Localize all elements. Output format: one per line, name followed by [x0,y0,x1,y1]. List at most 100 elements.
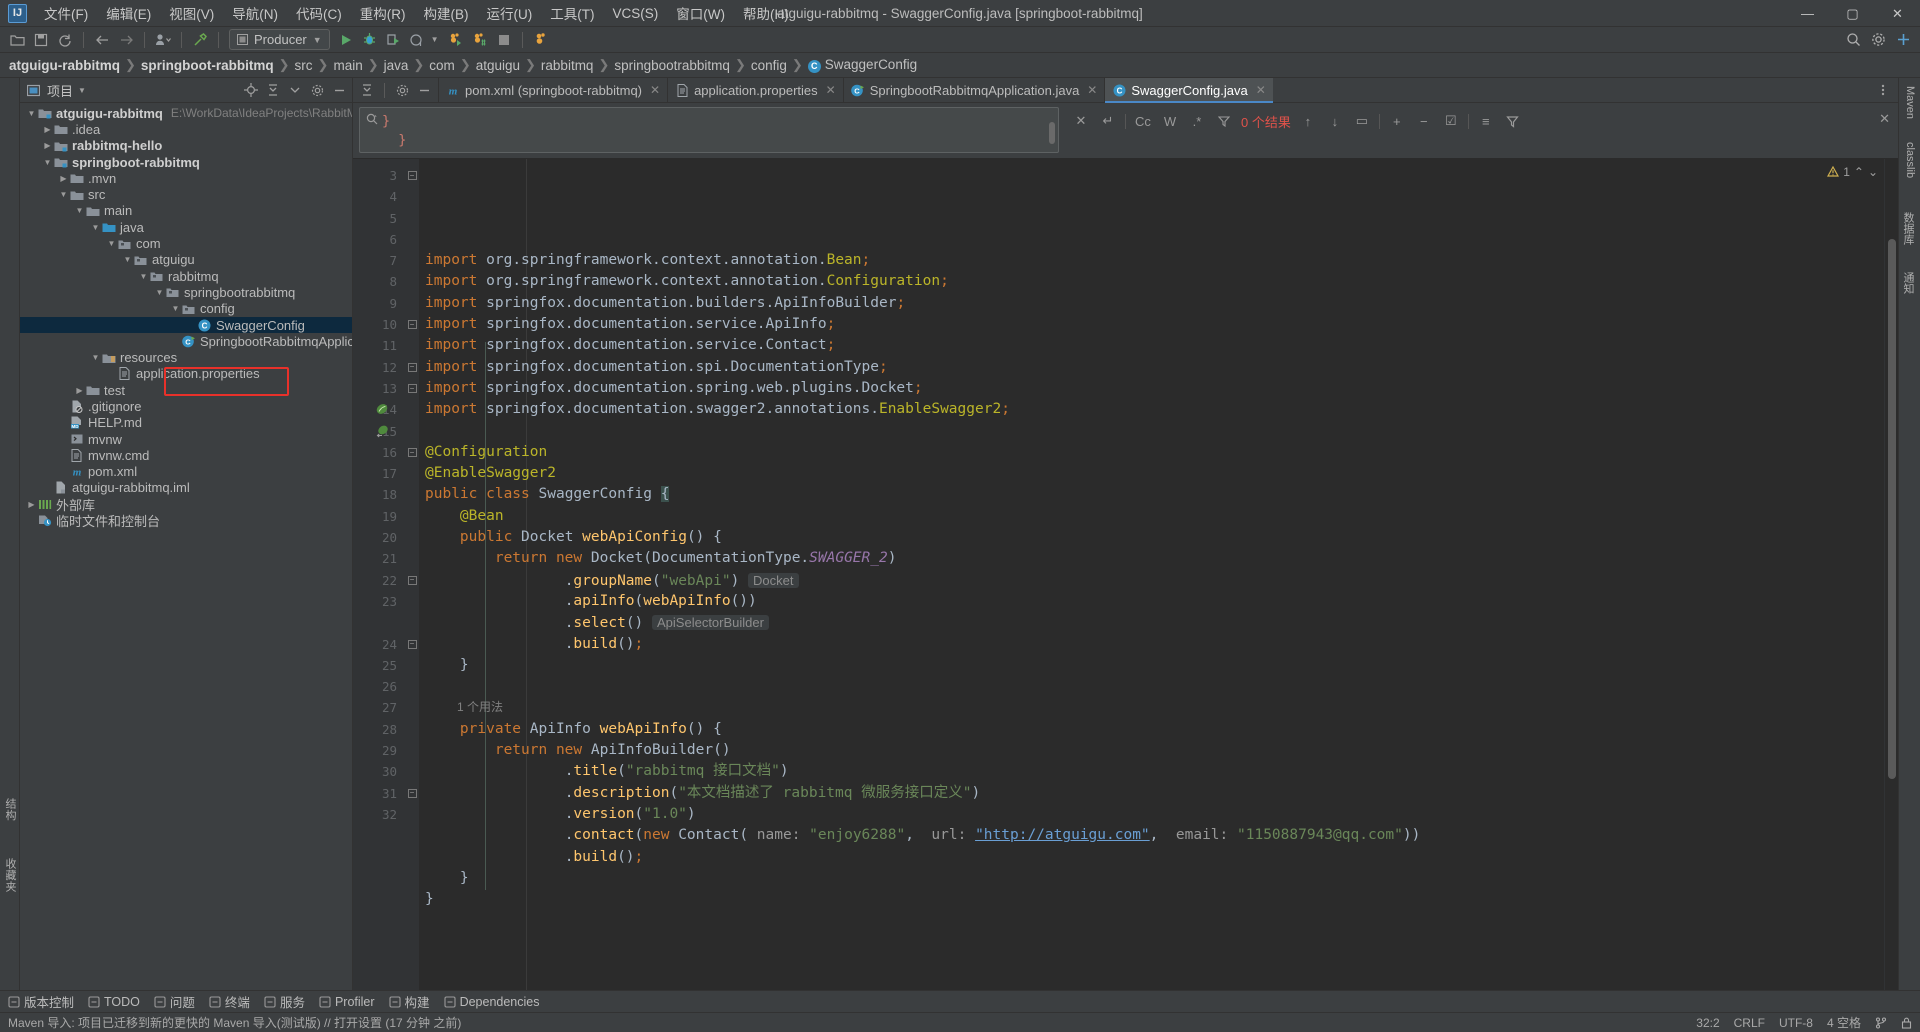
tree-node--[interactable]: ▶ 外部库 [20,496,352,513]
close-button[interactable]: ✕ [1875,0,1920,27]
menu-item-11[interactable]: 帮助(H) [734,0,798,27]
find-prev-button[interactable]: ↑ [1298,111,1318,131]
tree-node-springbootrabbitmq[interactable]: ▼ springbootrabbitmq [20,284,352,300]
find-next-button[interactable]: ↓ [1325,111,1345,131]
tree-node-mvnw[interactable]: mvnw [20,431,352,447]
tool-window-profiler[interactable]: Profiler [319,995,375,1009]
fold-toggle-icon[interactable]: − [407,320,417,330]
branch-icon[interactable] [1875,1016,1887,1029]
tool-window--[interactable]: 问题 [154,992,195,1011]
fold-toggle-icon[interactable]: − [407,362,417,372]
build-hammer-icon[interactable] [189,29,211,51]
find-scrollbar[interactable] [1049,122,1055,144]
profile-icon[interactable] [152,29,174,51]
inspection-up-icon[interactable]: ⌃ [1854,165,1864,179]
close-icon[interactable]: ✕ [1087,83,1097,97]
fold-toggle-icon[interactable]: − [407,448,417,457]
tree-node-springbootrabbitmqapplication[interactable]: C SpringbootRabbitmqApplication [20,333,352,349]
menu-item-7[interactable]: 运行(U) [478,0,542,27]
sidebar-tab-notifications[interactable]: 通知 [1896,268,1920,298]
profile-run-icon[interactable] [407,29,429,51]
lock-icon[interactable] [1901,1017,1912,1029]
close-icon[interactable]: ✕ [1256,83,1266,97]
bean-icon[interactable] [375,402,390,417]
chevron-down-icon[interactable]: ▼ [170,303,181,315]
run-icon[interactable] [335,29,357,51]
settings-gear-icon[interactable] [1867,29,1889,51]
chevron-right-icon[interactable]: ▶ [58,172,69,184]
tree-node-rabbitmq[interactable]: ▼ rabbitmq [20,268,352,284]
fold-toggle-icon[interactable]: − [407,639,417,649]
close-icon[interactable]: ✕ [826,83,836,97]
tree-node-com[interactable]: ▼ com [20,235,352,251]
attach-profiler-2-icon[interactable] [469,29,491,51]
file-encoding[interactable]: UTF-8 [1779,1016,1813,1030]
chevron-down-icon[interactable]: ▼ [74,205,85,217]
collapse-icon[interactable] [358,81,376,99]
code-content[interactable]: import org.springframework.context.annot… [419,159,1884,990]
tool-window--[interactable]: 服务 [264,992,305,1011]
search-icon[interactable] [366,112,378,125]
tool-window-todo[interactable]: TODO [88,995,140,1009]
help-icon[interactable] [1892,29,1914,51]
tree-node--idea[interactable]: ▶ .idea [20,121,352,137]
collapse-all-icon[interactable] [264,81,282,99]
fold-marker[interactable]: − [405,357,419,378]
save-all-icon[interactable] [30,29,52,51]
breadcrumb-item-3[interactable]: main [330,58,365,73]
chevron-down-icon[interactable]: ▼ [90,221,101,233]
find-input[interactable]: } } [359,107,1059,153]
find-remove-icon[interactable]: − [1414,111,1434,131]
tree-node-atguigu[interactable]: ▼ atguigu [20,252,352,268]
editor-tab-1[interactable]: application.properties ✕ [667,78,843,102]
chevron-down-icon[interactable]: ▼ [42,156,53,168]
breadcrumb-item-9[interactable]: config [748,58,790,73]
sidebar-tab-classlib[interactable]: classlib [1900,138,1920,182]
tree-node-rabbitmq-hello[interactable]: ▶ rabbitmq-hello [20,138,352,154]
regex-toggle[interactable]: .* [1187,111,1207,131]
usage-hint-text[interactable]: 1 个用法 [457,700,503,714]
breadcrumb-item-10[interactable]: C SwaggerConfig [805,57,920,73]
menu-item-10[interactable]: 窗口(W) [667,0,734,27]
tree-node--[interactable]: 临时文件和控制台 [20,512,352,529]
menu-item-4[interactable]: 代码(C) [287,0,351,27]
fold-marker[interactable]: − [405,378,419,399]
tree-node-test[interactable]: ▶ test [20,382,352,398]
tool-window--[interactable]: 终端 [209,992,250,1011]
fold-marker[interactable]: − [405,165,419,186]
tree-node-pom-xml[interactable]: m pom.xml [20,464,352,480]
filter-icon[interactable] [1214,111,1234,131]
menu-item-8[interactable]: 工具(T) [541,0,603,27]
chevron-down-icon[interactable]: ▼ [90,352,101,364]
chevron-down-icon[interactable]: ▼ [26,107,37,119]
sidebar-tab-maven[interactable]: Maven [1900,82,1920,123]
search-everywhere-icon[interactable] [1842,29,1864,51]
breadcrumb-item-1[interactable]: springboot-rabbitmq [138,58,277,73]
project-tree[interactable]: ▼ atguigu-rabbitmq E:\WorkData\IdeaProject… [20,103,352,990]
tree-node-src[interactable]: ▼ src [20,186,352,202]
breadcrumb-item-6[interactable]: atguigu [473,58,523,73]
fold-toggle-icon[interactable]: − [407,384,417,394]
menu-item-3[interactable]: 导航(N) [223,0,287,27]
editor-tab-3[interactable]: C SwaggerConfig.java ✕ [1104,78,1274,103]
chevron-down-icon[interactable]: ▼ [154,286,165,298]
find-newline-icon[interactable]: ↵ [1098,111,1118,131]
menu-item-0[interactable]: 文件(F) [35,0,97,27]
tree-node-mvnw-cmd[interactable]: mvnw.cmd [20,447,352,463]
fold-marker[interactable]: − [405,314,419,335]
hide-panel-icon[interactable] [330,81,348,99]
breadcrumb-item-5[interactable]: com [426,58,458,73]
fold-marker[interactable]: − [405,634,419,655]
tool-window-dependencies[interactable]: Dependencies [444,995,539,1009]
breadcrumb-item-7[interactable]: rabbitmq [538,58,597,73]
tree-node-swaggerconfig[interactable]: C SwaggerConfig [20,316,352,334]
sidebar-tab-favorites[interactable]: 收藏夹 [0,853,21,898]
find-clear-icon[interactable]: ✕ [1071,111,1091,131]
fold-marker[interactable]: − [405,442,419,463]
tree-node-springboot-rabbitmq[interactable]: ▼ springboot-rabbitmq [20,154,352,170]
open-folder-icon[interactable] [6,29,28,51]
tool-window--[interactable]: 版本控制 [8,992,74,1011]
chevron-down-icon[interactable]: ▼ [138,270,149,282]
code-editor[interactable]: 3 4 5 6 7 8 9 10 11 12 13 14 15 16 17 18 19 20 21 22 23 24 25 2… [353,159,1898,990]
forward-icon[interactable] [115,29,137,51]
